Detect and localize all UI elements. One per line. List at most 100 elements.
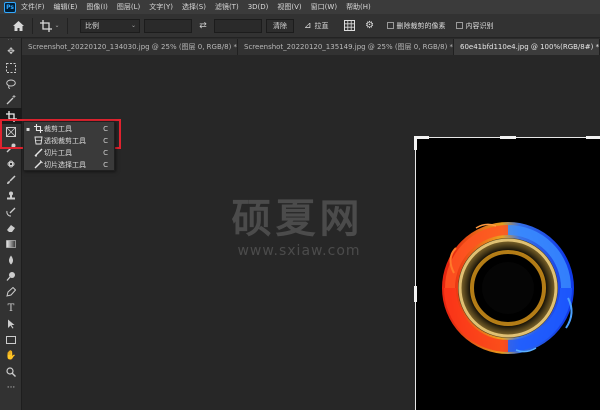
checkbox-box: [386, 22, 394, 29]
document-image[interactable]: [416, 138, 600, 410]
menu-image[interactable]: 图像(I): [86, 2, 108, 12]
slice-select-icon: [32, 159, 44, 171]
zoom-icon: [6, 367, 16, 377]
history-brush-tool[interactable]: [0, 204, 22, 220]
menu-layer[interactable]: 图层(L): [117, 2, 140, 12]
path-select-icon: [8, 319, 15, 329]
content-aware-checkbox[interactable]: 内容识别: [455, 21, 494, 31]
path-select-tool[interactable]: [0, 316, 22, 332]
flyout-item-perspective-crop[interactable]: 透视裁剪工具 C: [24, 135, 114, 147]
overlay-options-button[interactable]: [343, 19, 357, 33]
blur-tool[interactable]: [0, 252, 22, 268]
hand-icon: ✋: [5, 351, 17, 361]
tab-label: Screenshot_20220120_134030.jpg @ 25% (图层…: [28, 43, 238, 51]
clear-button[interactable]: 清除: [266, 18, 294, 33]
eyedropper-tool[interactable]: [0, 140, 22, 156]
menu-filter[interactable]: 滤镜(T): [215, 2, 239, 12]
tool-preset-picker[interactable]: ⌄: [39, 18, 61, 34]
type-tool[interactable]: T: [0, 300, 22, 316]
magic-wand-icon: [6, 95, 16, 105]
home-button[interactable]: [10, 18, 26, 34]
pen-tool[interactable]: [0, 284, 22, 300]
crop-handle-top-left-v[interactable]: [414, 136, 417, 150]
dodge-tool[interactable]: [0, 268, 22, 284]
ratio-select[interactable]: 比例 ⌄: [80, 18, 140, 33]
crop-handle-top-center[interactable]: [500, 136, 516, 139]
zoom-tool[interactable]: [0, 364, 22, 380]
move-tool[interactable]: ✥: [0, 44, 22, 60]
crop-tools-flyout: ▪ 裁剪工具 C 透视裁剪工具 C 切片工具 C 切片选择工具 C: [23, 121, 115, 171]
settings-button[interactable]: ⚙: [363, 19, 377, 33]
tab-document-1[interactable]: Screenshot_20220120_134030.jpg @ 25% (图层…: [22, 39, 238, 55]
rectangle-tool[interactable]: [0, 332, 22, 348]
options-bar: ⌄ 比例 ⌄ ⇄ 清除 ⊿ 拉直 ⚙ 删除裁剪的像素 内容识别: [0, 14, 600, 38]
crop-icon: [40, 19, 53, 32]
tab-document-3[interactable]: 60e41bfd110e4.jpg @ 100%(RGB/8#) * ×: [454, 39, 600, 55]
stamp-tool[interactable]: [0, 188, 22, 204]
menu-select[interactable]: 选择(S): [182, 2, 206, 12]
menu-3d[interactable]: 3D(D): [248, 3, 269, 11]
gradient-icon: [6, 240, 16, 248]
flyout-label: 透视裁剪工具: [44, 137, 86, 145]
content-aware-label: 内容识别: [465, 21, 494, 30]
menu-help[interactable]: 帮助(H): [346, 2, 371, 12]
eyedropper-icon: [6, 143, 16, 153]
menu-edit[interactable]: 编辑(E): [54, 2, 78, 12]
tools-panel: ·· ✥ T ✋ ···: [0, 38, 22, 410]
move-icon: ✥: [7, 47, 15, 57]
crop-tool[interactable]: [0, 108, 22, 124]
menu-window[interactable]: 窗口(W): [311, 2, 337, 12]
ratio-value: 比例: [85, 21, 99, 30]
frame-icon: [6, 127, 16, 137]
menu-view[interactable]: 视图(V): [277, 2, 301, 12]
stamp-icon: [7, 191, 15, 200]
crop-handle-top-right[interactable]: [586, 136, 600, 139]
magic-wand-tool[interactable]: [0, 92, 22, 108]
marquee-tool[interactable]: [0, 60, 22, 76]
chevron-down-icon: ⌄: [130, 22, 136, 29]
eraser-tool[interactable]: [0, 220, 22, 236]
flyout-label: 切片工具: [44, 149, 72, 157]
menu-type[interactable]: 文字(Y): [149, 2, 173, 12]
watermark-url: www.sxiaw.com: [237, 243, 361, 259]
width-input[interactable]: [144, 18, 192, 33]
healing-tool[interactable]: [0, 156, 22, 172]
grid-icon: [344, 20, 356, 31]
fire-ring-image: [416, 138, 600, 410]
separator: [67, 17, 68, 34]
slice-icon: [32, 148, 44, 159]
delete-cropped-pixels-checkbox[interactable]: 删除裁剪的像素: [386, 21, 446, 31]
more-tools[interactable]: ···: [0, 380, 22, 396]
crop-icon: [5, 110, 17, 122]
height-input[interactable]: [214, 18, 262, 33]
crop-handle-top-left[interactable]: [415, 136, 429, 139]
selected-bullet-icon: ▪: [25, 125, 31, 133]
flyout-item-slice[interactable]: 切片工具 C: [24, 147, 114, 159]
frame-tool[interactable]: [0, 124, 22, 140]
photoshop-logo[interactable]: Ps: [4, 1, 16, 13]
menu-bar: Ps 文件(F) 编辑(E) 图像(I) 图层(L) 文字(Y) 选择(S) 滤…: [0, 0, 600, 14]
gradient-tool[interactable]: [0, 236, 22, 252]
tab-document-2[interactable]: Screenshot_20220120_135149.jpg @ 25% (图层…: [238, 39, 454, 55]
crop-icon: [32, 123, 44, 135]
lasso-tool[interactable]: [0, 76, 22, 92]
flyout-item-slice-select[interactable]: 切片选择工具 C: [24, 159, 114, 171]
crop-handle-left-center[interactable]: [414, 286, 417, 302]
shortcut-key: C: [103, 125, 108, 133]
gear-icon: ⚙: [365, 20, 375, 31]
type-icon: T: [7, 302, 15, 314]
eraser-icon: [7, 225, 15, 232]
straighten-button[interactable]: ⊿ 拉直: [304, 21, 329, 31]
swap-arrows-icon: ⇄: [199, 20, 207, 31]
brush-tool[interactable]: [0, 172, 22, 188]
tab-label: 60e41bfd110e4.jpg @ 100%(RGB/8#) *: [460, 43, 600, 51]
level-icon: ⊿: [304, 20, 312, 31]
flyout-label: 切片选择工具: [44, 161, 86, 169]
separator: [32, 17, 33, 34]
history-brush-icon: [6, 207, 16, 217]
flyout-item-crop[interactable]: ▪ 裁剪工具 C: [24, 123, 114, 135]
menu-file[interactable]: 文件(F): [21, 2, 45, 12]
swap-button[interactable]: ⇄: [196, 21, 210, 31]
hand-tool[interactable]: ✋: [0, 348, 22, 364]
checkbox-box: [455, 22, 463, 29]
